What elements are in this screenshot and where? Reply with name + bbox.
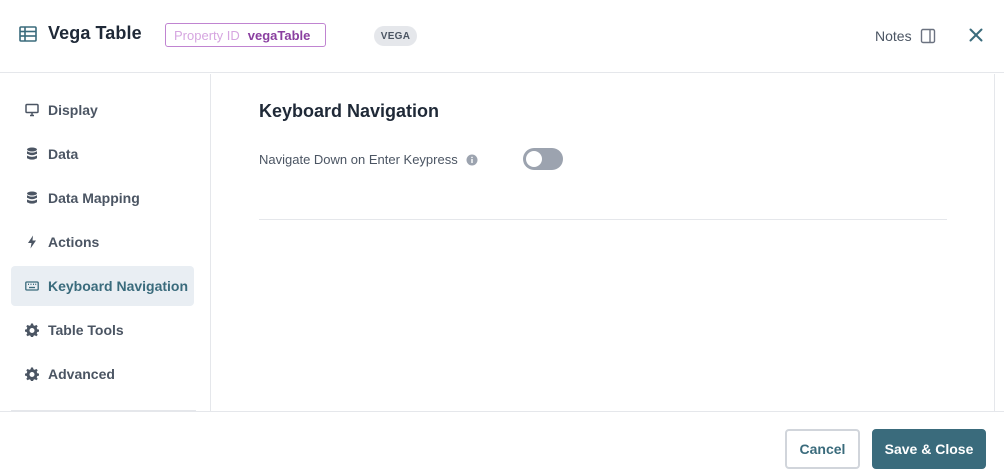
sidebar-item-actions[interactable]: Actions [11, 222, 194, 262]
scrollbar[interactable] [994, 74, 1004, 411]
database-icon [25, 191, 39, 205]
sidebar-item-data-mapping[interactable]: Data Mapping [11, 178, 194, 218]
toggle-knob [526, 151, 542, 167]
sidebar-item-label: Data Mapping [48, 190, 140, 206]
table-icon [18, 24, 38, 44]
sidebar-item-label: Actions [48, 234, 100, 250]
main-panel: Keyboard Navigation Navigate Down on Ent… [211, 74, 1004, 411]
dialog-header: Vega Table Property ID vegaTable VEGA No… [0, 0, 1004, 73]
info-icon[interactable] [466, 154, 478, 166]
sidebar-item-label: Display [48, 102, 98, 118]
sidebar-item-table-tools[interactable]: Table Tools [11, 310, 194, 350]
cancel-button[interactable]: Cancel [785, 429, 860, 469]
sidebar-item-data[interactable]: Data [11, 134, 194, 174]
sidebar-item-label: Table Tools [48, 322, 124, 338]
sidebar-item-label: Keyboard Navigation [48, 278, 189, 294]
property-id-field[interactable]: Property ID vegaTable [165, 23, 326, 47]
sidebar-item-keyboard-navigation[interactable]: Keyboard Navigation [11, 266, 194, 306]
notes-label: Notes [875, 28, 912, 44]
sidebar-item-label: Advanced [48, 366, 115, 382]
dialog-footer: Cancel Save & Close [0, 411, 1004, 476]
database-icon [25, 147, 39, 161]
section-divider [259, 219, 947, 220]
gear-icon [25, 323, 39, 337]
keyboard-icon [25, 279, 39, 293]
navigate-down-toggle[interactable] [523, 148, 563, 170]
property-dialog: Vega Table Property ID vegaTable VEGA No… [0, 0, 1004, 476]
sidebar-item-display[interactable]: Display [11, 90, 194, 130]
close-icon[interactable] [966, 25, 986, 45]
save-and-close-button[interactable]: Save & Close [872, 429, 986, 469]
navigate-down-field-label: Navigate Down on Enter Keypress [259, 152, 478, 167]
gear-icon [25, 367, 39, 381]
component-type-badge: VEGA [374, 26, 417, 46]
notes-toggle[interactable]: Notes [875, 26, 936, 46]
sidebar-nav: Display Data Data Mapping Actions Keyboa… [0, 74, 211, 411]
property-id-value: vegaTable [247, 27, 311, 43]
monitor-icon [25, 103, 39, 117]
sidebar-item-advanced[interactable]: Advanced [11, 354, 194, 394]
section-title: Keyboard Navigation [259, 101, 440, 121]
dialog-title: Vega Table [48, 23, 142, 43]
sidebar-item-label: Data [48, 146, 79, 162]
lightning-icon [25, 235, 39, 249]
field-label-text: Navigate Down on Enter Keypress [259, 152, 458, 167]
property-id-label: Property ID [174, 27, 240, 43]
panel-icon [920, 28, 936, 44]
